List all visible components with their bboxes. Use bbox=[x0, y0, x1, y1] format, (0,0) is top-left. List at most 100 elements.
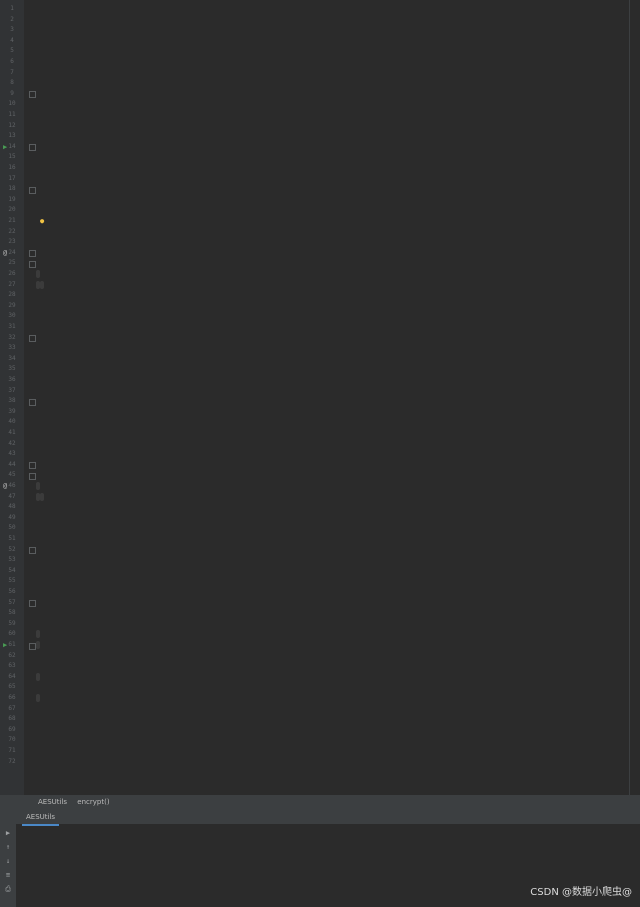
line-number[interactable]: 3 bbox=[0, 25, 24, 36]
fold-icon[interactable] bbox=[29, 547, 36, 555]
line-number[interactable]: 56 bbox=[0, 587, 24, 598]
line-number[interactable]: 19 bbox=[0, 195, 24, 206]
run-class-icon[interactable]: ▶ bbox=[3, 142, 7, 153]
code-editor[interactable]: 1 2 3 4 5 6 7 8 9 10 11 12 13 14 15 16 17 18 19 20 21 22 23 24 2… bbox=[0, 0, 640, 795]
line-number[interactable]: 70 bbox=[0, 735, 24, 746]
line-number[interactable]: 48 bbox=[0, 502, 24, 513]
line-number[interactable]: 36 bbox=[0, 375, 24, 386]
line-number[interactable]: 34 bbox=[0, 354, 24, 365]
breadcrumb-class[interactable]: AESUtils bbox=[38, 795, 67, 809]
line-number[interactable]: 62 bbox=[0, 651, 24, 662]
line-number[interactable]: 16 bbox=[0, 163, 24, 174]
line-number[interactable]: 20 bbox=[0, 205, 24, 216]
line-number[interactable]: 28 bbox=[0, 290, 24, 301]
fold-icon[interactable] bbox=[29, 186, 36, 194]
editor-scrollbar[interactable] bbox=[629, 0, 640, 795]
line-number[interactable]: 21 bbox=[0, 216, 24, 227]
line-number[interactable]: 42 bbox=[0, 439, 24, 450]
line-number[interactable]: 35 bbox=[0, 364, 24, 375]
line-number[interactable]: 69 bbox=[0, 725, 24, 736]
line-number[interactable]: 41 bbox=[0, 428, 24, 439]
fold-icon[interactable] bbox=[29, 91, 36, 99]
annotation-icon[interactable]: @ bbox=[3, 481, 7, 492]
line-number[interactable]: 5 bbox=[0, 46, 24, 57]
line-number[interactable]: 26 bbox=[0, 269, 24, 280]
line-number[interactable]: 18 bbox=[0, 184, 24, 195]
fold-icon[interactable] bbox=[29, 335, 36, 343]
line-number[interactable]: 6 bbox=[0, 57, 24, 68]
line-number[interactable]: 38 bbox=[0, 396, 24, 407]
line-number[interactable]: 58 bbox=[0, 608, 24, 619]
line-number[interactable]: 13 bbox=[0, 131, 24, 142]
line-number[interactable]: 9 bbox=[0, 89, 24, 100]
line-number[interactable]: 27 bbox=[0, 280, 24, 291]
code-line bbox=[36, 672, 40, 683]
line-number[interactable]: 55 bbox=[0, 576, 24, 587]
fold-icon[interactable] bbox=[29, 250, 36, 258]
fold-icon[interactable] bbox=[29, 472, 36, 480]
line-number[interactable]: 66 bbox=[0, 693, 24, 704]
line-number[interactable]: 51 bbox=[0, 534, 24, 545]
line-number[interactable]: 39 bbox=[0, 407, 24, 418]
line-number[interactable]: 64 bbox=[0, 672, 24, 683]
line-number[interactable]: 31 bbox=[0, 322, 24, 333]
line-number[interactable]: 50 bbox=[0, 523, 24, 534]
line-number[interactable]: 59 bbox=[0, 619, 24, 630]
print-icon[interactable]: ⎙ bbox=[3, 884, 13, 894]
line-number[interactable]: 12 bbox=[0, 121, 24, 132]
line-number[interactable]: 53 bbox=[0, 555, 24, 566]
code-line bbox=[36, 481, 40, 492]
line-number[interactable]: 71 bbox=[0, 746, 24, 757]
line-number[interactable]: 47 bbox=[0, 492, 24, 503]
line-number[interactable]: 29 bbox=[0, 301, 24, 312]
annotation-icon[interactable]: @ bbox=[3, 248, 7, 259]
line-number[interactable]: 10 bbox=[0, 99, 24, 110]
line-number[interactable]: 15 bbox=[0, 152, 24, 163]
scroll-down-icon[interactable]: ↓ bbox=[3, 856, 13, 866]
line-number[interactable]: 63 bbox=[0, 661, 24, 672]
line-number[interactable]: 11 bbox=[0, 110, 24, 121]
line-number-gutter[interactable]: 1 2 3 4 5 6 7 8 9 10 11 12 13 14 15 16 17 18 19 20 21 22 23 24 2… bbox=[0, 0, 24, 795]
line-number[interactable]: 8 bbox=[0, 78, 24, 89]
line-number[interactable]: 30 bbox=[0, 311, 24, 322]
line-number[interactable]: 45 bbox=[0, 470, 24, 481]
code-line bbox=[36, 629, 40, 640]
line-number[interactable]: 23 bbox=[0, 237, 24, 248]
line-number[interactable]: 25 bbox=[0, 258, 24, 269]
run-tab-bar: AESUtils bbox=[0, 810, 640, 826]
line-number[interactable]: 65 bbox=[0, 682, 24, 693]
intention-bulb-icon[interactable]: ● bbox=[40, 216, 44, 227]
line-number[interactable]: 17 bbox=[0, 174, 24, 185]
line-number[interactable]: 44 bbox=[0, 460, 24, 471]
line-number[interactable]: 67 bbox=[0, 704, 24, 715]
fold-icon[interactable] bbox=[29, 398, 36, 406]
line-number[interactable]: 49 bbox=[0, 513, 24, 524]
line-number[interactable]: 60 bbox=[0, 629, 24, 640]
line-number[interactable]: 54 bbox=[0, 566, 24, 577]
breadcrumb-method[interactable]: encrypt() bbox=[77, 795, 109, 809]
line-number[interactable]: 37 bbox=[0, 386, 24, 397]
run-tab-aesutils[interactable]: AESUtils bbox=[22, 810, 60, 826]
run-main-icon[interactable]: ▶ bbox=[3, 640, 7, 651]
line-number[interactable]: 68 bbox=[0, 714, 24, 725]
line-number[interactable]: 22 bbox=[0, 227, 24, 238]
line-number[interactable]: 2 bbox=[0, 15, 24, 26]
rerun-icon[interactable]: ▶ bbox=[3, 828, 13, 838]
line-number[interactable]: 57 bbox=[0, 598, 24, 609]
line-number[interactable]: 7 bbox=[0, 68, 24, 79]
fold-icon[interactable] bbox=[29, 260, 36, 268]
fold-icon[interactable] bbox=[29, 462, 36, 470]
scroll-up-icon[interactable]: ↑ bbox=[3, 842, 13, 852]
fold-icon[interactable] bbox=[29, 144, 36, 152]
line-number[interactable]: 33 bbox=[0, 343, 24, 354]
fold-icon[interactable] bbox=[29, 642, 36, 650]
line-number[interactable]: 32 bbox=[0, 333, 24, 344]
line-number[interactable]: 43 bbox=[0, 449, 24, 460]
line-number[interactable]: 4 bbox=[0, 36, 24, 47]
line-number[interactable]: 72 bbox=[0, 757, 24, 768]
fold-icon[interactable] bbox=[29, 600, 36, 608]
line-number[interactable]: 40 bbox=[0, 417, 24, 428]
soft-wrap-icon[interactable]: ≡ bbox=[3, 870, 13, 880]
line-number[interactable]: 1 bbox=[0, 4, 24, 15]
line-number[interactable]: 52 bbox=[0, 545, 24, 556]
